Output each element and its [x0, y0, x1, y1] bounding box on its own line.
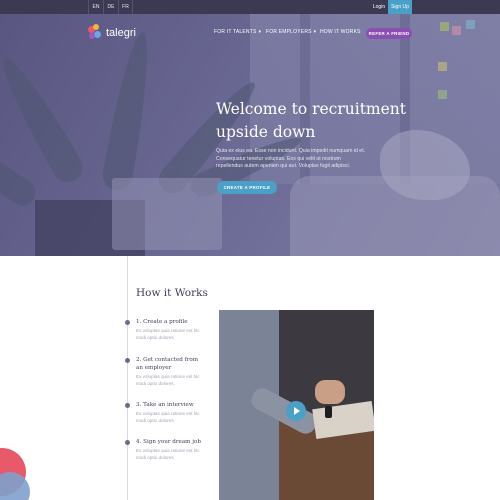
language-de[interactable]: DE [103, 0, 118, 14]
hero-title-line: Welcome to recruitment [216, 100, 407, 118]
play-icon[interactable] [286, 401, 306, 421]
language-en[interactable]: EN [88, 0, 103, 14]
step-title: 1. Create a profile [136, 319, 188, 325]
nav-label: FOR IT TALENTS [214, 29, 257, 35]
hero-section: EN DE FR Login Sign Up talegri FOR IT TA… [0, 0, 500, 256]
step-title: 2. Get contacted from an employer [136, 357, 199, 371]
step-marker [125, 358, 130, 363]
video-still-hand [315, 380, 345, 404]
nav-how-it-works[interactable]: HOW IT WORKS [320, 29, 361, 35]
logo-mark-dot [93, 24, 99, 30]
nav-for-it-talents[interactable]: FOR IT TALENTS ▾ [214, 29, 261, 35]
brand-name: talegri [106, 27, 136, 39]
nav-for-employers[interactable]: FOR EMPLOYERS ▾ [266, 29, 316, 35]
brand-logo[interactable]: talegri [88, 24, 148, 44]
step-description: Ex voluptas quia ratione est hic modi op… [136, 328, 200, 340]
hero-description: Quia ex eius ea. Esse non incidunt. Quia… [216, 148, 366, 170]
language-fr[interactable]: FR [118, 0, 133, 14]
step-description: Ex voluptas quia ratione est hic modi op… [136, 448, 200, 460]
video-still-watch [325, 406, 332, 418]
step-marker [125, 320, 130, 325]
chevron-down-icon: ▾ [258, 29, 262, 35]
step-description: Ex voluptas quia ratione est hic modi op… [136, 374, 200, 386]
signup-button[interactable]: Sign Up [388, 0, 412, 14]
step-title: 4. Sign your dream job [136, 439, 201, 445]
create-profile-button[interactable]: CREATE A PROFILE [217, 181, 277, 194]
hero-title: Welcome to recruitment upside down [216, 98, 416, 144]
nav-label: FOR EMPLOYERS [266, 29, 312, 35]
refer-a-friend-button[interactable]: REFER A FRIEND [366, 28, 412, 39]
step-title: 3. Take an interview [136, 402, 194, 408]
logo-mark-dot [94, 31, 101, 38]
step-description: Ex voluptas quia ratione est hic modi op… [136, 411, 200, 423]
logo-mark-dot [89, 33, 95, 39]
timeline-line [127, 256, 128, 500]
step-marker [125, 403, 130, 408]
how-it-works-title: How it Works [136, 287, 208, 299]
hero-title-line: upside down [216, 123, 316, 141]
chevron-down-icon: ▾ [313, 29, 317, 35]
login-link[interactable]: Login [370, 0, 388, 14]
step-marker [125, 440, 130, 445]
top-bar: EN DE FR Login Sign Up [0, 0, 500, 14]
